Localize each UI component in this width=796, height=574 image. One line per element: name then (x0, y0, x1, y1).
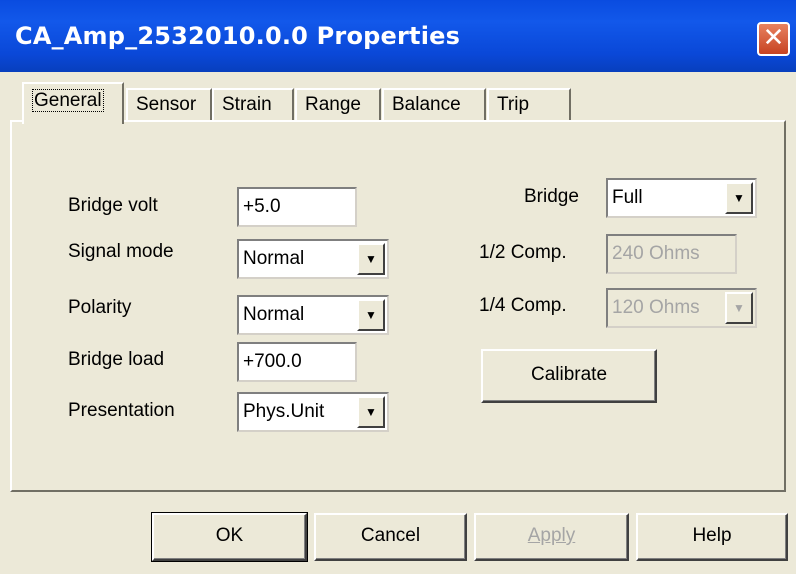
bridge-volt-value: +5.0 (243, 196, 281, 217)
apply-label: Apply (527, 525, 576, 546)
general-panel: Bridge volt Signal mode Polarity Bridge … (10, 120, 786, 492)
bridge-load-value: +700.0 (243, 351, 302, 372)
half-comp-value: 240 Ohms (612, 243, 700, 264)
tab-trip-label: Trip (497, 94, 530, 115)
half-comp-field: 240 Ohms (606, 234, 737, 274)
signal-mode-label: Signal mode (68, 241, 174, 262)
tab-range-label: Range (305, 94, 361, 115)
help-button[interactable]: Help (636, 513, 788, 561)
bridge-volt-label: Bridge volt (68, 195, 158, 216)
chevron-down-icon[interactable]: ▼ (357, 396, 385, 428)
tab-strain[interactable]: Strain (212, 88, 294, 122)
chevron-down-icon[interactable]: ▼ (725, 182, 753, 214)
tab-range[interactable]: Range (295, 88, 381, 122)
bridge-volt-field[interactable]: +5.0 (237, 187, 357, 227)
help-label: Help (692, 525, 732, 546)
calibrate-button[interactable]: Calibrate (481, 349, 657, 403)
bridge-value: Full (612, 187, 643, 208)
chevron-down-icon[interactable]: ▼ (357, 243, 385, 275)
calibrate-label: Calibrate (530, 364, 608, 385)
cancel-button[interactable]: Cancel (314, 513, 467, 561)
bridge-load-label: Bridge load (68, 349, 165, 370)
tab-balance[interactable]: Balance (382, 88, 486, 122)
quarter-comp-label: 1/4 Comp. (479, 295, 567, 316)
chevron-down-icon[interactable]: ▼ (357, 299, 385, 331)
window-title: CA_Amp_2532010.0.0 Properties (15, 22, 461, 50)
tab-balance-label: Balance (392, 94, 461, 115)
close-icon: ✕ (762, 23, 785, 53)
bridge-load-field[interactable]: +700.0 (237, 342, 357, 382)
polarity-value: Normal (243, 304, 305, 325)
presentation-select[interactable]: Phys.Unit ▼ (237, 392, 389, 432)
tab-general-label: General (32, 89, 104, 112)
quarter-comp-select: 120 Ohms ▼ (606, 288, 757, 328)
signal-mode-value: Normal (243, 248, 305, 269)
half-comp-label: 1/2 Comp. (479, 242, 567, 263)
chevron-down-icon: ▼ (725, 292, 753, 324)
apply-button[interactable]: Apply (474, 513, 629, 561)
ok-button[interactable]: OK (151, 512, 308, 562)
polarity-label: Polarity (68, 297, 132, 318)
cancel-label: Cancel (360, 525, 421, 546)
presentation-label: Presentation (68, 400, 175, 421)
tab-strain-label: Strain (222, 94, 272, 115)
quarter-comp-value: 120 Ohms (612, 297, 700, 318)
title-bar[interactable]: CA_Amp_2532010.0.0 Properties ✕ (0, 0, 796, 72)
tab-sensor-label: Sensor (136, 94, 197, 115)
tab-general[interactable]: General (22, 82, 124, 124)
close-button[interactable]: ✕ (757, 22, 790, 56)
polarity-select[interactable]: Normal ▼ (237, 295, 389, 335)
ok-label: OK (215, 525, 244, 546)
signal-mode-select[interactable]: Normal ▼ (237, 239, 389, 279)
tab-sensor[interactable]: Sensor (126, 88, 212, 122)
presentation-value: Phys.Unit (243, 401, 325, 422)
tab-trip[interactable]: Trip (487, 88, 571, 122)
bridge-select[interactable]: Full ▼ (606, 178, 757, 218)
bridge-label: Bridge (524, 186, 579, 207)
